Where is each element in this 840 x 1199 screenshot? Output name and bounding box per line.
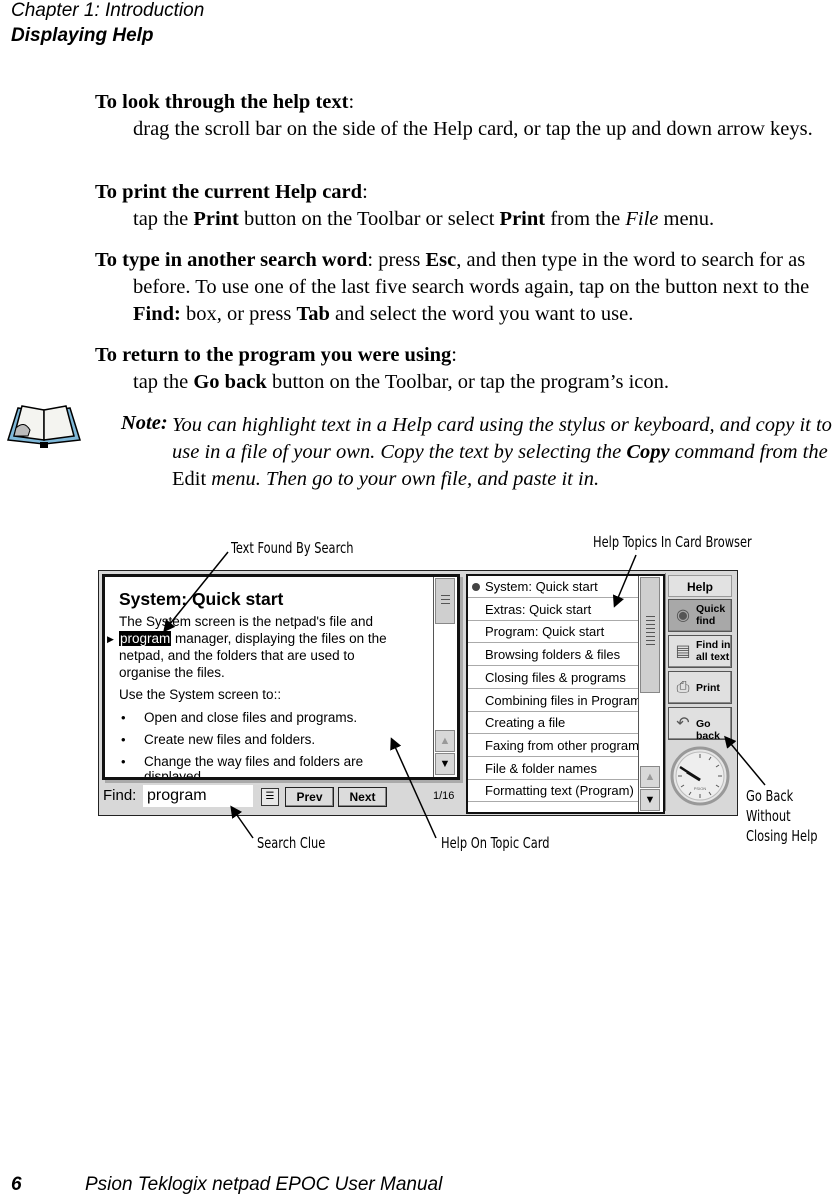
callout-search-clue: Search Clue: [257, 834, 326, 852]
scroll-thumb[interactable]: [640, 577, 660, 693]
callout-text-found: Text Found By Search: [231, 539, 354, 557]
bullet-item: Create new files and folders.: [144, 732, 316, 747]
topic-list-item[interactable]: Program: Quick start: [468, 621, 638, 644]
search-input[interactable]: [143, 785, 253, 807]
card-text-line: organise the files.: [119, 665, 225, 680]
find-label: Find:: [103, 787, 137, 804]
quick-find-button[interactable]: ◉ Quick find: [668, 599, 732, 632]
card-text-line: program manager, displaying the files on…: [119, 631, 387, 646]
topic-label: File & folder names: [485, 760, 597, 776]
go-back-button[interactable]: ↶ Go back: [668, 707, 732, 742]
note-label: Note:: [121, 412, 168, 434]
topic-label: System: Quick start: [485, 579, 598, 594]
match-count: 1/16: [433, 790, 455, 802]
topic-card-browser: System: Quick start Extras: Quick start Pr…: [466, 574, 665, 814]
callout-go-back: Go Back Without Closing Help: [746, 787, 818, 845]
bullet-item-continued: displayed: [144, 769, 202, 780]
topic-list-item[interactable]: Faxing from other programs: [468, 735, 638, 757]
instruction-print: To print the current Help card: tap the …: [95, 179, 840, 233]
clock-icon[interactable]: PSION: [669, 745, 731, 807]
topic-label: Formatting text (Program): [485, 783, 634, 799]
go-back-arrow-icon: ↶: [676, 715, 690, 732]
page-number: 6: [11, 1174, 22, 1195]
callout-help-on-topic: Help On Topic Card: [441, 834, 550, 852]
search-highlight[interactable]: program: [119, 631, 172, 646]
instruction-look-through: To look through the help text: drag the …: [95, 89, 840, 143]
instruction-heading: To return to the program you were using: [95, 344, 452, 366]
topic-label: Closing files & programs: [485, 669, 626, 685]
topic-label: Faxing from other programs: [485, 737, 638, 753]
card-text-line: The System screen is the netpad's file a…: [119, 614, 373, 629]
list-icon: ☰: [265, 791, 275, 802]
bullet-icon: •: [121, 710, 126, 725]
topic-list-item[interactable]: Closing files & programs: [468, 667, 638, 689]
toolbar-title: Help: [668, 575, 732, 597]
find-in-all-text-button[interactable]: ▤ Find in all text: [668, 635, 732, 668]
search-history-button[interactable]: ☰: [261, 788, 279, 806]
scroll-thumb[interactable]: [435, 578, 455, 624]
highlight-marker-icon: ▶: [107, 634, 114, 644]
print-button[interactable]: ⎙ Print: [668, 671, 732, 704]
instruction-return: To return to the program you were using:…: [95, 342, 840, 396]
topic-scrollbar[interactable]: ▲ ▼: [638, 576, 661, 812]
topic-list-item[interactable]: Extras: Quick start: [468, 599, 638, 621]
scroll-down-button[interactable]: ▼: [640, 789, 660, 811]
help-toolbar: Help ◉ Quick find ▤ Find in all text ⎙ P…: [665, 573, 734, 811]
card-title: System: Quick start: [119, 589, 284, 609]
instruction-heading: To type in another search word: [95, 249, 368, 271]
bullet-icon: •: [121, 754, 126, 769]
instruction-search-word: To type in another search word: press Es…: [95, 249, 810, 325]
scroll-up-button[interactable]: ▲: [640, 766, 660, 788]
next-button[interactable]: Next: [338, 787, 387, 807]
chapter-heading: Chapter 1: Introduction: [11, 0, 205, 21]
printer-icon: ⎙: [676, 679, 690, 696]
topic-label: Combining files in Programs: [485, 692, 638, 708]
find-bar: Find: ☰ Prev Next 1/16: [99, 783, 459, 811]
binoculars-icon: ◉: [676, 607, 690, 624]
topic-label: Browsing folders & files: [485, 647, 621, 663]
bullet-icon: •: [121, 732, 126, 747]
callout-help-topics: Help Topics In Card Browser: [593, 533, 752, 551]
topic-list-item[interactable]: Creating a file: [468, 712, 638, 735]
topic-list-item[interactable]: Combining files in Programs: [468, 690, 638, 712]
topic-list-item[interactable]: File & folder names: [468, 758, 638, 780]
topic-list-item[interactable]: Browsing folders & files: [468, 644, 638, 667]
topic-list-item[interactable]: System: Quick start: [468, 576, 638, 598]
help-topic-card: System: Quick start The System screen is…: [102, 574, 460, 780]
open-book-icon: [7, 405, 81, 448]
topic-label: Extras: Quick start: [485, 601, 592, 617]
selected-dot-icon: [472, 583, 480, 591]
svg-text:PSION: PSION: [694, 786, 707, 791]
instruction-heading: To print the current Help card: [95, 181, 363, 203]
bullet-item: Open and close files and programs.: [144, 710, 358, 725]
card-text-line: Use the System screen to::: [119, 687, 282, 702]
card-text-line: netpad, and the folders that are used to: [119, 648, 355, 663]
topic-label: Creating a file: [485, 715, 566, 731]
prev-button[interactable]: Prev: [285, 787, 334, 807]
topic-label: Program: Quick start: [485, 624, 605, 640]
scroll-down-button[interactable]: ▼: [435, 753, 455, 775]
instruction-text: tap the Print button on the Toolbar or s…: [133, 208, 715, 230]
instruction-heading: To look through the help text: [95, 91, 349, 113]
instruction-text: tap the Go back button on the Toolbar, o…: [133, 371, 669, 393]
scroll-up-button[interactable]: ▲: [435, 730, 455, 752]
topic-list-item[interactable]: Formatting text (Program): [468, 780, 638, 803]
footer-title: Psion Teklogix netpad EPOC User Manual: [85, 1174, 443, 1195]
section-heading: Displaying Help: [11, 25, 154, 46]
note-text: You can highlight text in a Help card us…: [172, 414, 832, 490]
instruction-text: drag the scroll bar on the side of the H…: [133, 118, 813, 140]
card-scrollbar[interactable]: ▲ ▼: [433, 577, 456, 777]
find-text-icon: ▤: [675, 643, 691, 660]
bullet-item: Change the way files and folders are: [144, 754, 364, 769]
help-screen-screenshot: System: Quick start The System screen is…: [98, 570, 738, 816]
